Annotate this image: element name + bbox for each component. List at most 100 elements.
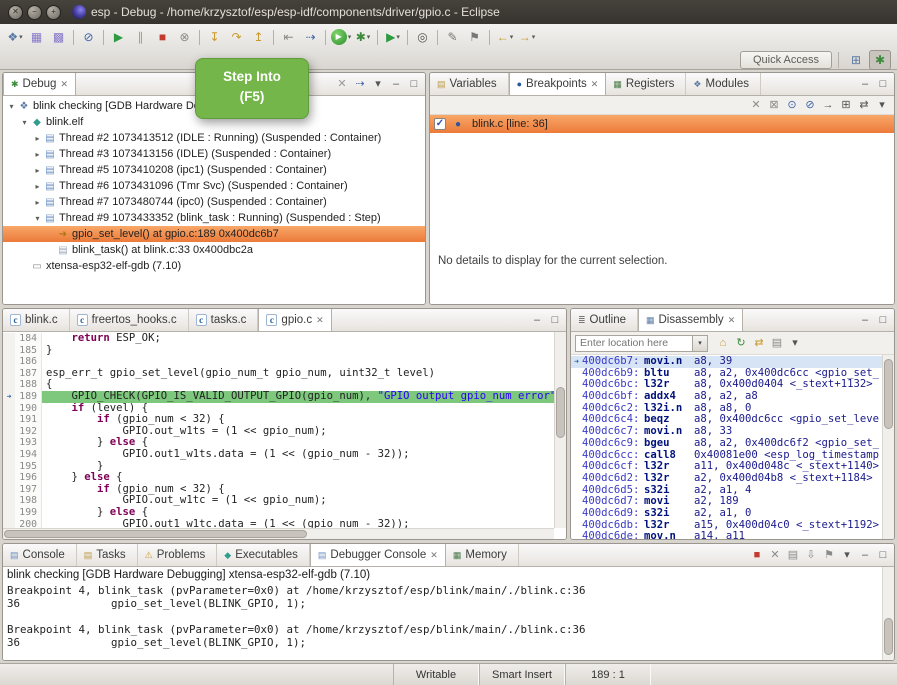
disassembly-line[interactable]: 400dc6de: mov.n a14, a11 (571, 531, 882, 539)
new-wizard-icon[interactable]: ❖ ▾ (4, 27, 26, 47)
code-line[interactable]: 191 if (gpio_num < 32) { (3, 414, 554, 426)
minimize-icon[interactable]: – (387, 75, 405, 93)
refresh-icon[interactable]: ↻ (732, 335, 750, 351)
code-line[interactable]: 197 if (gpio_num < 32) { (3, 484, 554, 496)
display-selected-console-icon[interactable]: ▾ (838, 546, 856, 564)
maximize-icon[interactable]: □ (546, 311, 564, 329)
step-into-icon[interactable]: ↧ (204, 27, 226, 47)
disassembly-vscrollbar[interactable] (882, 355, 894, 539)
disassembly-content[interactable]: ➜ 400dc6b7: movi.n a8, 39 400dc6b9: bltu… (571, 355, 894, 539)
line-number[interactable]: 187 (15, 368, 42, 380)
line-number[interactable]: 185 (15, 345, 42, 357)
expander-icon[interactable]: ▸ (32, 150, 43, 159)
line-number[interactable]: 196 (15, 472, 42, 484)
show-breakpoints-supported-icon[interactable]: ⊙ (783, 97, 801, 113)
instruction-stepping-icon[interactable]: ⇢ (300, 27, 322, 47)
expander-icon[interactable]: ▾ (6, 102, 17, 111)
line-number[interactable]: 194 (15, 449, 42, 461)
disassembly-line[interactable]: 400dc6bf: addx4 a8, a2, a8 (571, 391, 882, 403)
remove-all-terminated-icon[interactable]: ✕ (333, 75, 351, 93)
code-line[interactable]: 186 (3, 356, 554, 368)
location-dropdown-icon[interactable]: ▾ (693, 335, 708, 352)
expander-icon[interactable]: ▸ (32, 166, 43, 175)
minimize-icon[interactable]: – (856, 311, 874, 329)
pin-console-icon[interactable]: ⚑ (820, 546, 838, 564)
tab-executables[interactable]: ◆ Executables (217, 544, 310, 566)
tab-debugger-console[interactable]: ▤ Debugger Console ✕ (310, 544, 446, 566)
line-number[interactable]: 189 (15, 391, 42, 403)
line-number[interactable]: 191 (15, 414, 42, 426)
tab-blink-c[interactable]: c blink.c (3, 309, 70, 331)
code-line[interactable]: 196 } else { (3, 472, 554, 484)
scroll-lock-icon[interactable]: ⇩ (802, 546, 820, 564)
terminate-icon[interactable]: ■ (748, 546, 766, 564)
close-icon[interactable]: ✕ (316, 315, 324, 326)
tree-item[interactable]: ▸ ▤ Thread #3 1073413156 (IDLE) (Suspend… (3, 146, 425, 162)
minimize-icon[interactable]: – (856, 546, 874, 564)
minimize-button[interactable]: − (27, 5, 42, 20)
tab-freertos-hooks-c[interactable]: c freertos_hooks.c (70, 309, 189, 331)
remove-all-breakpoints-icon[interactable]: ⊠ (765, 97, 783, 113)
back-icon[interactable]: ← ▾ (494, 27, 516, 47)
close-icon[interactable]: ✕ (591, 79, 599, 90)
editor-hscrollbar[interactable] (3, 528, 554, 539)
tab-gpio-c[interactable]: c gpio.c ✕ (258, 309, 331, 331)
tree-item[interactable]: ➜ gpio_set_level() at gpio.c:189 0x400dc… (3, 226, 425, 242)
tab-memory[interactable]: ▦ Memory (446, 544, 519, 566)
tab-disassembly[interactable]: ▦ Disassembly ✕ (638, 309, 743, 331)
minimize-icon[interactable]: – (528, 311, 546, 329)
save-icon[interactable]: ▦ (26, 27, 48, 47)
step-return-icon[interactable]: ↥ (248, 27, 270, 47)
disconnect-icon[interactable]: ⊗ (174, 27, 196, 47)
code-editor[interactable]: 184 return ESP_OK; 185 } 186 (3, 332, 566, 539)
line-number[interactable]: 188 (15, 379, 42, 391)
code-line[interactable]: 200 GPIO.out1_w1tc.data = (1 << (gpio_nu… (3, 519, 554, 529)
minimize-icon[interactable]: – (856, 75, 874, 93)
code-line[interactable]: 193 } else { (3, 437, 554, 449)
tab-registers[interactable]: ▦ Registers (606, 73, 686, 95)
tab-tasks[interactable]: ▤ Tasks (77, 544, 138, 566)
run-icon[interactable]: ▶ ▾ (330, 27, 352, 47)
code-line[interactable]: ➜ 189 GPIO_CHECK(GPIO_IS_VALID_OUTPUT_GP… (3, 391, 554, 403)
tab-outline[interactable]: ≣ Outline (571, 309, 638, 331)
debug-icon[interactable]: ✱ ▾ (352, 27, 374, 47)
tab-debug[interactable]: ✱ Debug ✕ (3, 73, 76, 95)
external-tools-icon[interactable]: ▶ ▾ (382, 27, 404, 47)
line-number[interactable]: 197 (15, 484, 42, 496)
open-perspective-icon[interactable]: ⊞ (845, 50, 867, 70)
pin-editor-icon[interactable]: ⚑ (464, 27, 486, 47)
code-line[interactable]: 194 GPIO.out1_w1ts.data = (1 << (gpio_nu… (3, 449, 554, 461)
clear-console-icon[interactable]: ▤ (784, 546, 802, 564)
close-icon[interactable]: ✕ (728, 315, 736, 326)
instruction-stepping-mode-icon[interactable]: ⇢ (351, 75, 369, 93)
code-line[interactable]: 184 return ESP_OK; (3, 333, 554, 345)
tab-console[interactable]: ▤ Console (3, 544, 77, 566)
editor-vscrollbar[interactable] (554, 332, 566, 528)
step-over-icon[interactable]: ↷ (226, 27, 248, 47)
remove-breakpoint-icon[interactable]: ✕ (747, 97, 765, 113)
show-source-icon[interactable]: ▤ (768, 335, 786, 351)
code-line[interactable]: 187 esp_err_t gpio_set_level(gpio_num_t … (3, 368, 554, 380)
expand-all-icon[interactable]: ⊞ (837, 97, 855, 113)
close-icon[interactable]: ✕ (430, 550, 438, 561)
debug-perspective-icon[interactable]: ✱ (869, 50, 891, 70)
drop-to-frame-icon[interactable]: ⇤ (278, 27, 300, 47)
tab-modules[interactable]: ❖ Modules (686, 73, 761, 95)
code-area[interactable]: 184 return ESP_OK; 185 } 186 (3, 333, 554, 528)
close-button[interactable]: ✕ (8, 5, 23, 20)
maximize-icon[interactable]: □ (405, 75, 423, 93)
forward-icon[interactable]: → ▾ (516, 27, 538, 47)
disassembly-line[interactable]: ➜ 400dc6b7: movi.n a8, 39 (571, 356, 882, 368)
expander-icon[interactable]: ▸ (32, 182, 43, 191)
remove-launch-icon[interactable]: ✕ (766, 546, 784, 564)
annotations-icon[interactable]: ✎ (442, 27, 464, 47)
code-line[interactable]: 198 GPIO.out_w1tc = (1 << gpio_num); (3, 495, 554, 507)
tree-item[interactable]: ▤ blink_task() at blink.c:33 0x400dbc2a (3, 242, 425, 258)
code-line[interactable]: 199 } else { (3, 507, 554, 519)
code-line[interactable]: 185 } (3, 345, 554, 357)
terminate-icon[interactable]: ■ (152, 27, 174, 47)
line-number[interactable]: 195 (15, 461, 42, 473)
view-menu-icon[interactable]: ▾ (873, 97, 891, 113)
tree-item[interactable]: ▸ ▤ Thread #7 1073480744 (ipc0) (Suspend… (3, 194, 425, 210)
search-icon[interactable]: ◎ (412, 27, 434, 47)
